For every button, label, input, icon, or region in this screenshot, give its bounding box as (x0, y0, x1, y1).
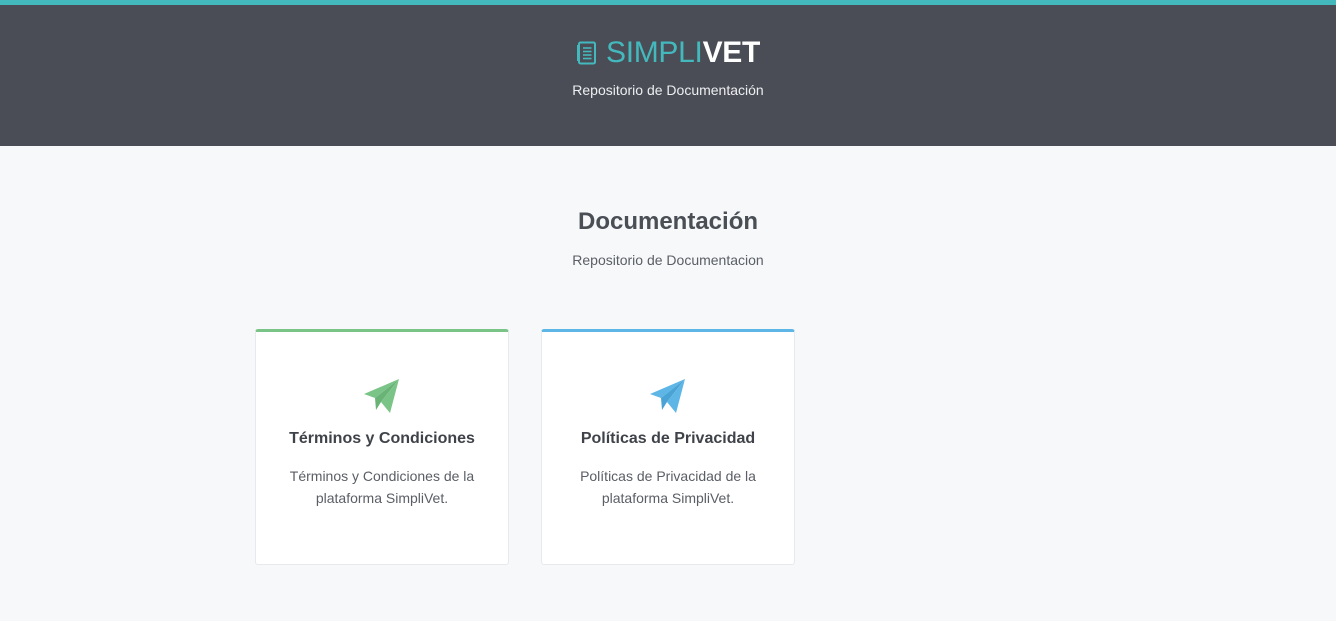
document-icon (576, 41, 606, 65)
card-title: Términos y Condiciones (289, 430, 475, 447)
card-description: Políticas de Privacidad de la plataforma… (580, 468, 756, 506)
paper-plane-icon (648, 376, 688, 416)
paper-plane-icon (362, 376, 402, 416)
brand-name-part2: VET (702, 36, 761, 69)
card-terminos-y-condiciones[interactable]: Términos y Condiciones Términos y Condic… (255, 329, 509, 565)
brand-logo[interactable]: SIMPLIVET (576, 38, 760, 68)
site-header: SIMPLIVET Repositorio de Documentación (0, 5, 1336, 146)
header-subtitle: Repositorio de Documentación (572, 82, 764, 98)
page-subtitle: Repositorio de Documentacion (572, 252, 764, 268)
brand-name-part1: SIMPLI (605, 36, 703, 69)
page-title: Documentación (577, 208, 759, 235)
card-title: Políticas de Privacidad (580, 430, 756, 447)
main-content: Documentación Repositorio de Documentaci… (0, 146, 1336, 621)
brand-name: SIMPLIVET (606, 38, 760, 68)
card-description: Términos y Condiciones de la plataforma … (289, 468, 475, 506)
card-politicas-de-privacidad[interactable]: Políticas de Privacidad Políticas de Pri… (541, 329, 795, 565)
